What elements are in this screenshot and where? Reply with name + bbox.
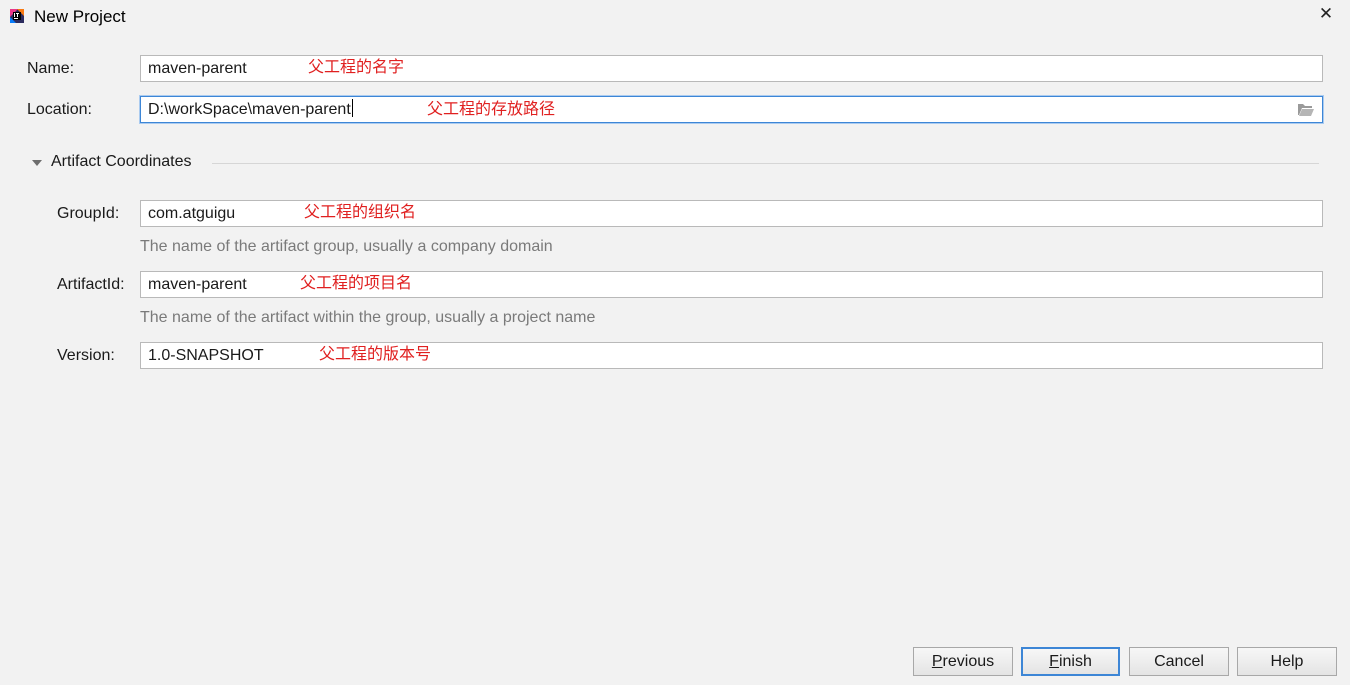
cancel-button[interactable]: Cancel [1129,647,1229,676]
version-annotation: 父工程的版本号 [319,346,432,363]
groupid-field[interactable]: com.atguigu 父工程的组织名 [140,200,1323,227]
groupid-annotation: 父工程的组织名 [304,204,417,221]
previous-label: revious [942,653,995,670]
text-caret [351,99,353,117]
previous-button[interactable]: Previous [913,647,1013,676]
artifactid-field[interactable]: maven-parent 父工程的项目名 [140,271,1323,298]
artifactid-label: ArtifactId: [57,276,125,293]
folder-open-icon[interactable] [1297,102,1315,117]
finish-mnemonic: F [1049,653,1059,670]
artifact-coordinates-title[interactable]: Artifact Coordinates [51,153,192,171]
location-label: Location: [27,101,92,118]
groupid-hint: The name of the artifact group, usually … [140,238,553,255]
artifactid-value: maven-parent [148,276,247,293]
name-field[interactable]: maven-parent 父工程的名字 [140,55,1323,82]
title-bar: New Project ✕ [0,0,1350,34]
version-field[interactable]: 1.0-SNAPSHOT 父工程的版本号 [140,342,1323,369]
location-annotation: 父工程的存放路径 [427,101,556,118]
name-value: maven-parent [148,60,247,77]
version-value: 1.0-SNAPSHOT [148,347,264,364]
expand-triangle-icon[interactable] [31,158,43,168]
intellij-idea-icon [10,9,24,23]
name-annotation: 父工程的名字 [308,59,405,76]
close-icon[interactable]: ✕ [1317,4,1335,24]
section-divider [212,163,1319,164]
artifactid-annotation: 父工程的项目名 [300,275,413,292]
groupid-label: GroupId: [57,205,120,222]
location-field[interactable]: D:\workSpace\maven-parent 父工程的存放路径 [140,96,1323,123]
finish-label: inish [1058,653,1092,670]
groupid-value: com.atguigu [148,205,236,222]
help-button[interactable]: Help [1237,647,1337,676]
previous-mnemonic: P [931,653,943,670]
location-value-wrap: D:\workSpace\maven-parent [148,97,353,122]
version-label: Version: [57,347,115,364]
artifactid-hint: The name of the artifact within the grou… [140,309,596,326]
finish-button[interactable]: Finish [1021,647,1120,676]
name-label: Name: [27,60,75,77]
window-title: New Project [34,7,126,26]
location-value: D:\workSpace\maven-parent [148,101,351,118]
